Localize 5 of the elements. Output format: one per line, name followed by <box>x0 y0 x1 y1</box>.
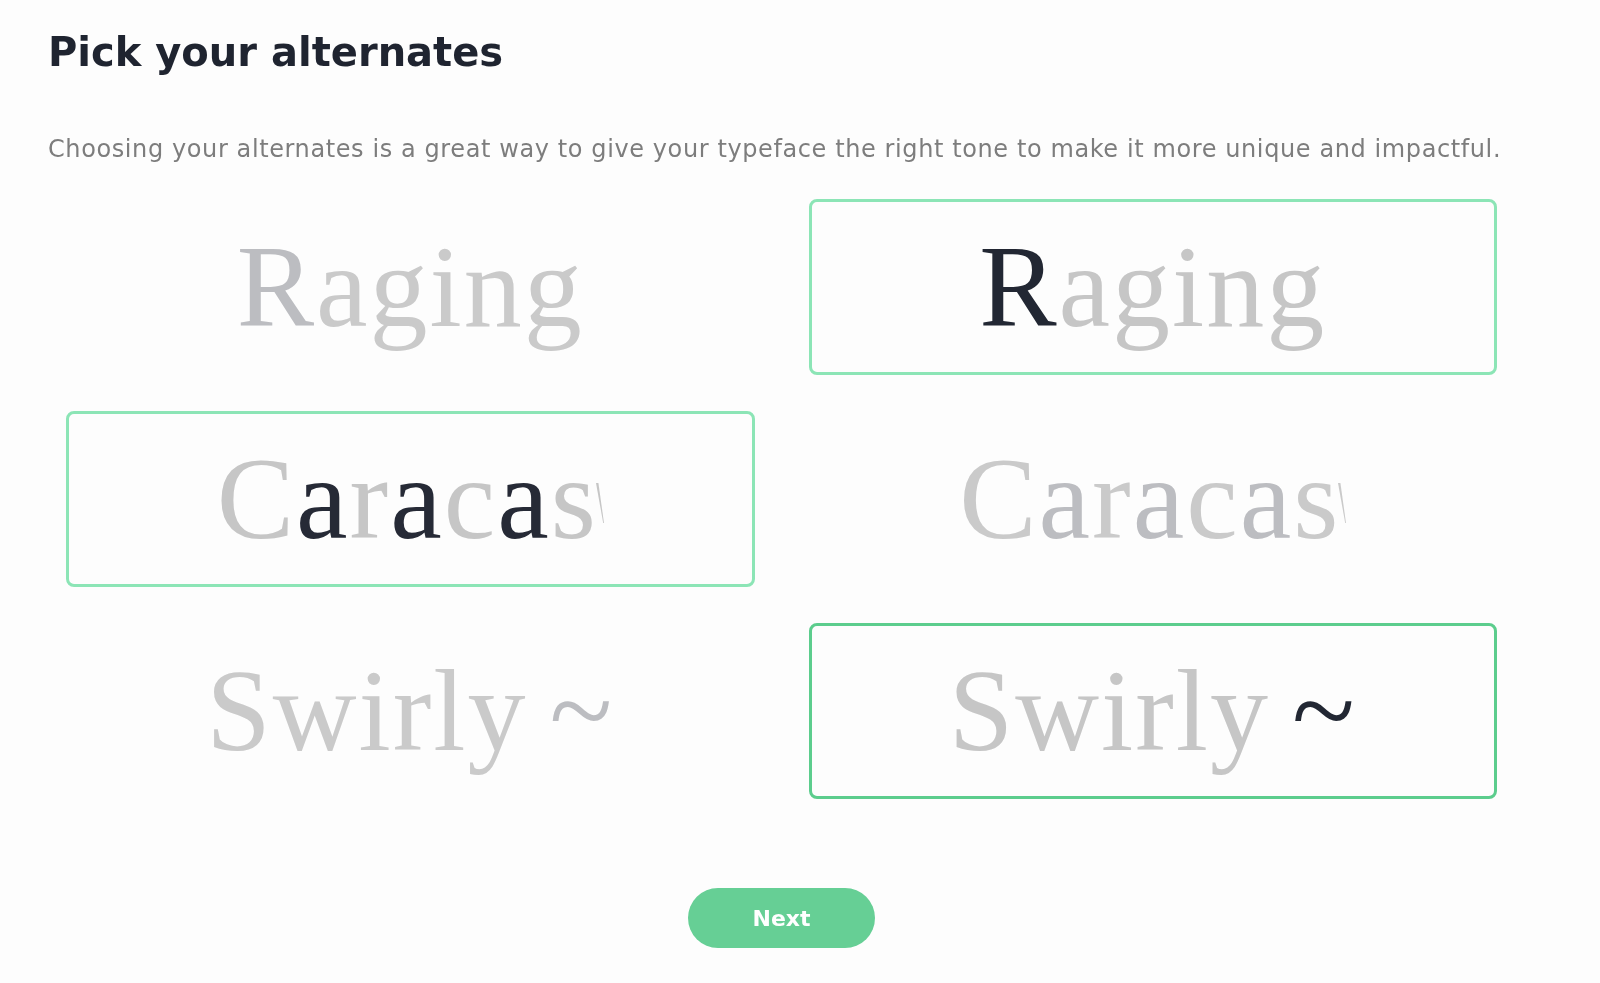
specimen-word: ~ <box>1292 645 1357 777</box>
page-title: Pick your alternates <box>48 28 505 76</box>
description-text: Choosing your alternates is a great way to give your typeface the right tone to make it more unique and impactful. <box>48 134 1503 164</box>
next-button[interactable]: Next <box>688 888 875 948</box>
specimen-word: ~ <box>549 645 615 777</box>
